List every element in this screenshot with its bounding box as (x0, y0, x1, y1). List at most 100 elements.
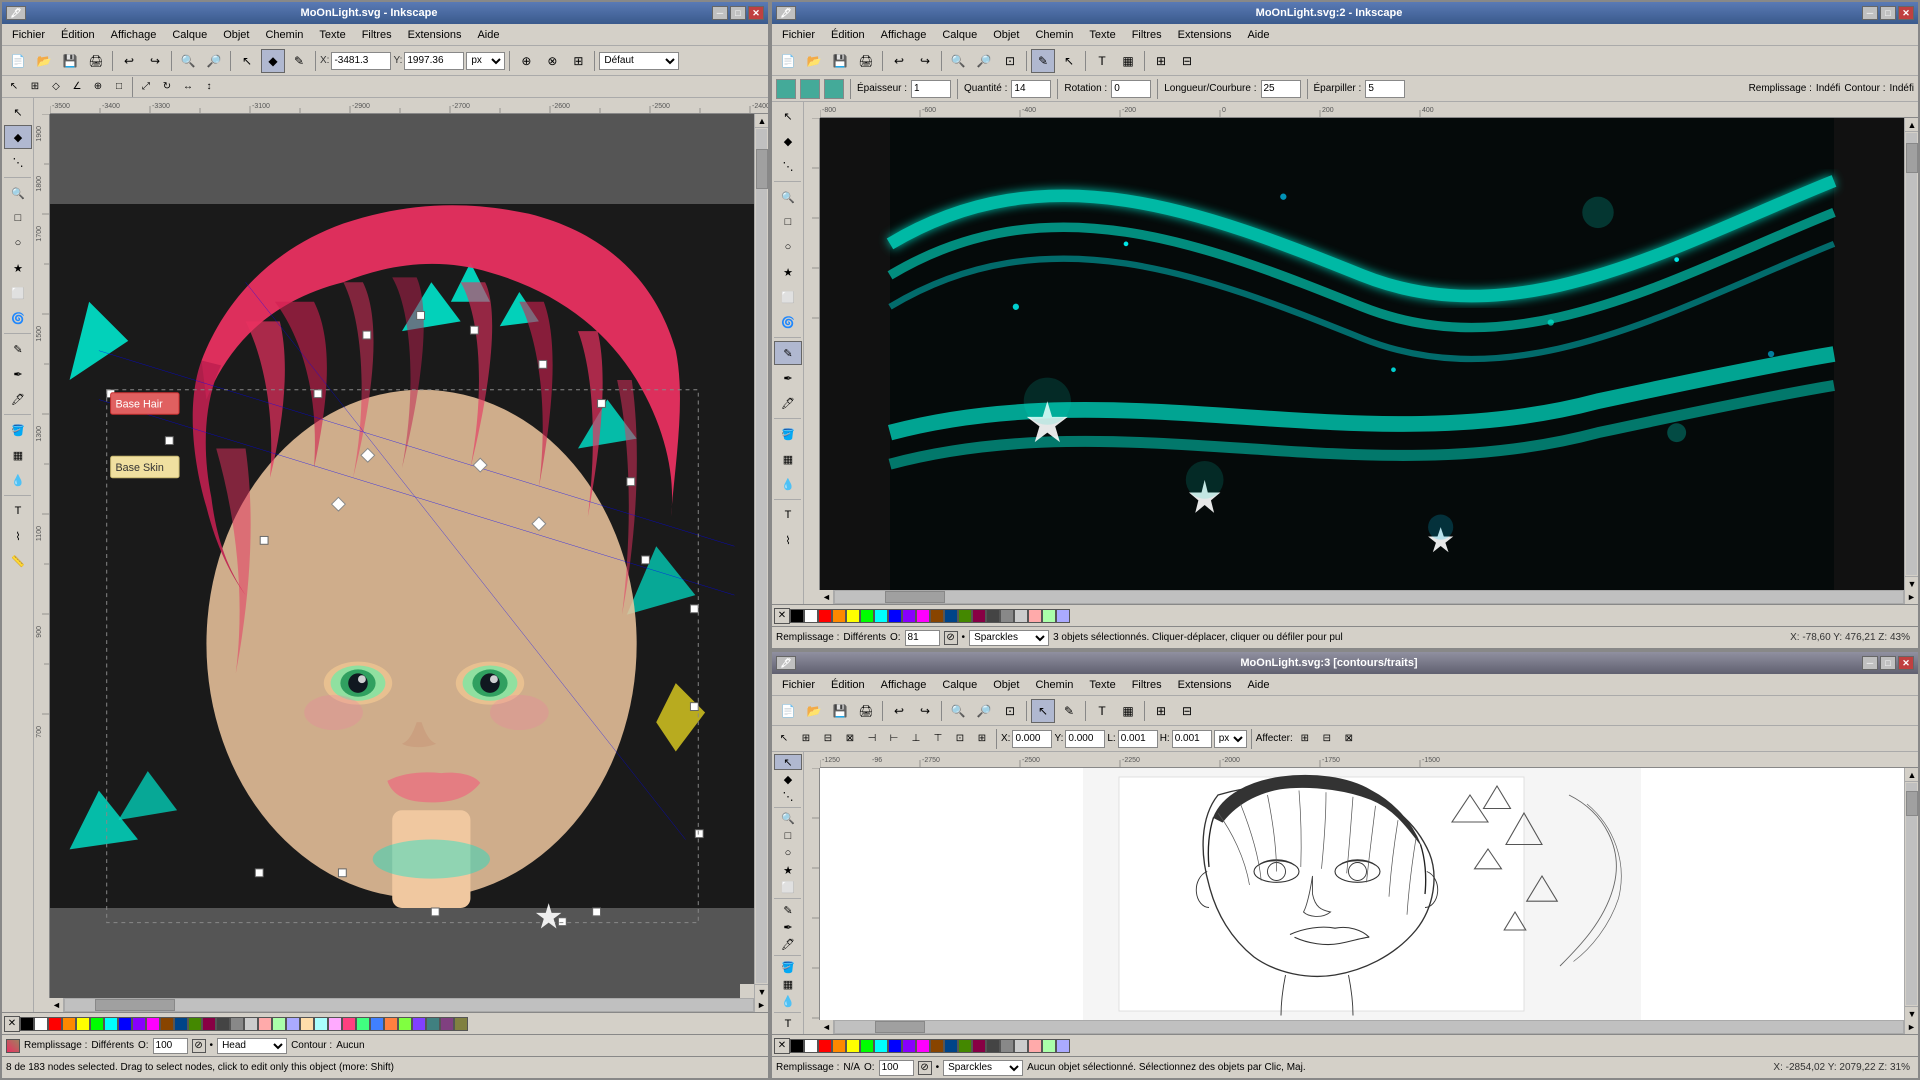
snap-node-btn[interactable]: ↖ (4, 77, 24, 97)
tool-bucket[interactable]: 🪣 (4, 418, 32, 442)
scroll-right-btn[interactable]: ► (754, 998, 768, 1012)
left-minimize-btn[interactable]: ─ (712, 6, 728, 20)
color-black[interactable] (20, 1017, 34, 1031)
snap-grid-btn[interactable]: ⊞ (25, 77, 45, 97)
rb-tool-zoom[interactable]: 🔍 (774, 811, 802, 827)
rb-l-input[interactable] (1118, 730, 1158, 748)
rt-menu-calque[interactable]: Calque (936, 27, 983, 43)
menu-edition[interactable]: Édition (55, 27, 101, 43)
brush-preset-dropdown[interactable]: Head (217, 1038, 287, 1054)
rb-tool-3dbox[interactable]: ⬜ (774, 879, 802, 895)
rb-gradient-btn[interactable]: ▦ (1116, 699, 1140, 723)
rb-color-lightblue[interactable] (1056, 1039, 1070, 1053)
rt-color-cyan[interactable] (874, 609, 888, 623)
rb-menu-objet[interactable]: Objet (987, 677, 1025, 693)
undo-btn[interactable]: ↩ (117, 49, 141, 73)
rt-scroll-left-btn[interactable]: ◄ (820, 590, 834, 604)
transform-btn[interactable]: ⤢ (136, 77, 156, 97)
tool-star[interactable]: ★ (4, 256, 32, 280)
rt-tool-gradient[interactable]: ▦ (774, 447, 802, 471)
color-blue[interactable] (118, 1017, 132, 1031)
rt-tool-circle[interactable]: ○ (774, 235, 802, 259)
unit-dropdown[interactable]: pxmmcm (466, 52, 505, 70)
rb-align1[interactable]: ⊣ (862, 729, 882, 749)
color-lightgray[interactable] (244, 1017, 258, 1031)
rb-color-blue[interactable] (888, 1039, 902, 1053)
save-btn[interactable]: 💾 (58, 49, 82, 73)
epaisseur-input[interactable] (911, 80, 951, 98)
rb-y-input[interactable] (1065, 730, 1105, 748)
rb-no-color-btn[interactable]: ✕ (774, 1038, 790, 1054)
tool-3d-box[interactable]: ⬜ (4, 281, 32, 305)
rb-zoom-in-btn[interactable]: 🔍 (946, 699, 970, 723)
color-white[interactable] (34, 1017, 48, 1031)
rt-tool-3dbox[interactable]: ⬜ (774, 285, 802, 309)
rb-minimize-btn[interactable]: ─ (1862, 656, 1878, 670)
rb-menu-extensions[interactable]: Extensions (1172, 677, 1238, 693)
rb-color-black[interactable] (790, 1039, 804, 1053)
rt-gradient-btn[interactable]: ▦ (1116, 49, 1140, 73)
rt-tool-zoom[interactable]: 🔍 (774, 185, 802, 209)
tool-spiral[interactable]: 🌀 (4, 306, 32, 330)
rb-select-btn[interactable]: ↖ (1031, 699, 1055, 723)
tool-text[interactable]: T (4, 499, 32, 523)
pencil-btn[interactable]: ✎ (287, 49, 311, 73)
rt-scroll-up-btn[interactable]: ▲ (1905, 118, 1918, 132)
rt-menu-edition[interactable]: Édition (825, 27, 871, 43)
rt-fill-icon[interactable]: ⊘ (944, 631, 958, 645)
rb-color-violet[interactable] (902, 1039, 916, 1053)
rt-close-btn[interactable]: ✕ (1898, 6, 1914, 20)
color-purple[interactable] (412, 1017, 426, 1031)
color-green[interactable] (90, 1017, 104, 1031)
rb-pencil-btn[interactable]: ✎ (1057, 699, 1081, 723)
tool-node[interactable]: ◆ (4, 125, 32, 149)
rt-zoom-fit-btn[interactable]: ⊡ (998, 49, 1022, 73)
rb-scroll-right-btn[interactable]: ► (1904, 1020, 1918, 1034)
left-scrollbar-v[interactable]: ▲ ▼ (754, 114, 768, 998)
color-cyan[interactable] (104, 1017, 118, 1031)
color-red[interactable] (48, 1017, 62, 1031)
rt-ungroup-btn[interactable]: ⊟ (1175, 49, 1199, 73)
rb-h-input[interactable] (1172, 730, 1212, 748)
rb-ungroup-btn[interactable]: ⊟ (1175, 699, 1199, 723)
rt-color-lightgray[interactable] (1014, 609, 1028, 623)
scroll-thumb-v[interactable] (756, 149, 768, 189)
rb-mode3[interactable]: ⊟ (818, 729, 838, 749)
rt-tool-select[interactable]: ↖ (774, 104, 802, 128)
zoom-out-btn[interactable]: 🔎 (202, 49, 226, 73)
snap-path-btn[interactable]: ◇ (46, 77, 66, 97)
tool-zoom[interactable]: 🔍 (4, 181, 32, 205)
color-lightcyan[interactable] (314, 1017, 328, 1031)
menu-calque[interactable]: Calque (166, 27, 213, 43)
color-magenta[interactable] (146, 1017, 160, 1031)
y-input[interactable] (404, 52, 464, 70)
redo-btn[interactable]: ↪ (143, 49, 167, 73)
rb-undo-btn[interactable]: ↩ (887, 699, 911, 723)
mode-green2[interactable] (800, 79, 820, 99)
tool-calligraphy[interactable]: 🖊 (4, 387, 32, 411)
print-btn[interactable]: 🖨 (84, 49, 108, 73)
rb-color-brown[interactable] (930, 1039, 944, 1053)
rt-menu-affichage[interactable]: Affichage (875, 27, 933, 43)
rt-color-blue[interactable] (888, 609, 902, 623)
rb-color-magenta[interactable] (916, 1039, 930, 1053)
color-darkred[interactable] (202, 1017, 216, 1031)
color-lightred[interactable] (258, 1017, 272, 1031)
rb-align3[interactable]: ⊥ (906, 729, 926, 749)
x-input[interactable] (331, 52, 391, 70)
tool-gradient[interactable]: ▦ (4, 443, 32, 467)
color-darkblue[interactable] (174, 1017, 188, 1031)
rb-open-btn[interactable]: 📂 (802, 699, 826, 723)
rt-tool-text[interactable]: T (774, 503, 802, 527)
rb-scroll-down-btn[interactable]: ▼ (1905, 1006, 1918, 1020)
select-btn[interactable]: ↖ (235, 49, 259, 73)
rt-color-violet[interactable] (902, 609, 916, 623)
rt-menu-aide[interactable]: Aide (1241, 27, 1275, 43)
rt-select-btn[interactable]: ↖ (1057, 49, 1081, 73)
rt-tool-pen[interactable]: ✒ (774, 366, 802, 390)
rb-menu-aide[interactable]: Aide (1241, 677, 1275, 693)
rb-mode1[interactable]: ↖ (774, 729, 794, 749)
rb-tool-node[interactable]: ◆ (774, 771, 802, 787)
rt-tool-spiral[interactable]: 🌀 (774, 310, 802, 334)
tool-select[interactable]: ↖ (4, 100, 32, 124)
